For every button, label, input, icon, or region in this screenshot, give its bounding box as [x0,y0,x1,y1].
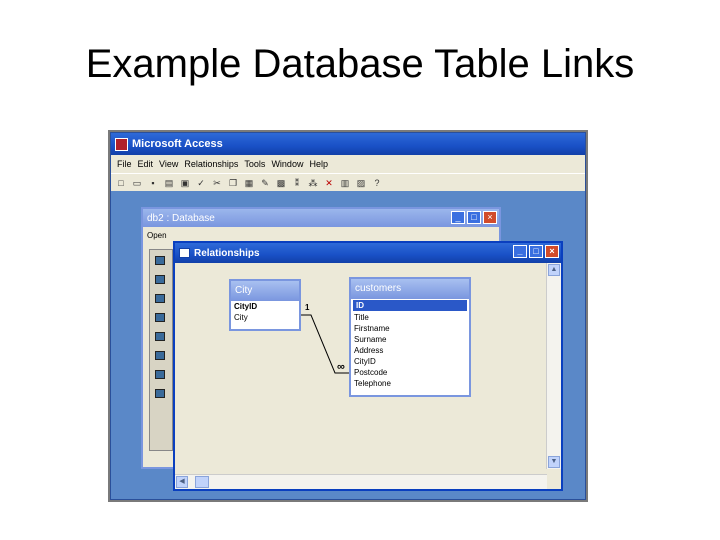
format-painter-icon[interactable]: ✎ [259,178,271,189]
delete-icon[interactable]: ✕ [323,178,335,189]
queries-icon[interactable] [155,275,165,284]
field-postcode[interactable]: Postcode [351,367,469,378]
maximize-button[interactable]: □ [529,245,543,258]
mdi-area: db2 : Database _ □ × Open Relationships … [111,191,585,499]
menu-tools[interactable]: Tools [244,159,265,169]
field-id[interactable]: ID [353,300,467,311]
close-button[interactable]: × [545,245,559,258]
spelling-icon[interactable]: ✓ [195,178,207,189]
database-window-title: db2 : Database [147,212,215,224]
relationships-titlebar[interactable]: Relationships _ □ × [175,243,561,263]
vertical-scrollbar[interactable]: ▲ ▼ [546,263,561,469]
open-icon[interactable]: ▭ [131,178,143,189]
menu-help[interactable]: Help [309,159,328,169]
scroll-up-arrow-icon[interactable]: ▲ [548,264,560,276]
menubar: File Edit View Relationships Tools Windo… [111,155,585,173]
relationships-window: Relationships _ □ × 1 ∞ City CityID City… [173,241,563,491]
objects-bar [149,249,173,451]
table-title[interactable]: customers [351,279,469,299]
menu-view[interactable]: View [159,159,178,169]
show-table-icon[interactable]: ▩ [275,178,287,189]
close-button[interactable]: × [483,211,497,224]
menu-edit[interactable]: Edit [138,159,154,169]
field-telephone[interactable]: Telephone [351,378,469,389]
field-city[interactable]: City [231,312,299,323]
new-object-icon[interactable]: ▨ [355,178,367,189]
save-icon[interactable]: ▪ [147,178,159,189]
access-screenshot: Microsoft Access File Edit View Relation… [108,130,588,502]
many-side-label: ∞ [337,361,345,373]
macros-icon[interactable] [155,351,165,360]
show-direct-icon[interactable]: ⁑ [291,178,303,189]
cut-icon[interactable]: ✂ [211,178,223,189]
field-cityid[interactable]: CityID [351,356,469,367]
copy-icon[interactable]: ❐ [227,178,239,189]
app-title: Microsoft Access [132,138,223,150]
main-toolbar: □ ▭ ▪ ▤ ▣ ✓ ✂ ❐ ▦ ✎ ▩ ⁑ ⁂ ✕ ▥ ▨ ? [111,173,585,193]
relationships-canvas: 1 ∞ City CityID City customers ID Title … [175,263,545,469]
open-button[interactable]: Open [147,231,167,240]
access-key-icon [115,137,128,151]
new-icon[interactable]: □ [115,178,127,189]
field-firstname[interactable]: Firstname [351,323,469,334]
field-cityid[interactable]: CityID [231,301,299,312]
field-title[interactable]: Title [351,312,469,323]
table-title[interactable]: City [231,281,299,301]
database-window-titlebar[interactable]: db2 : Database _ □ × [143,209,499,227]
relationships-icon [179,248,190,258]
table-customers[interactable]: customers ID Title Firstname Surname Add… [349,277,471,397]
minimize-button[interactable]: _ [451,211,465,224]
show-all-icon[interactable]: ⁂ [307,178,319,189]
field-surname[interactable]: Surname [351,334,469,345]
menu-window[interactable]: Window [271,159,303,169]
menu-file[interactable]: File [117,159,132,169]
modules-icon[interactable] [155,370,165,379]
help-icon[interactable]: ? [371,178,383,189]
paste-icon[interactable]: ▦ [243,178,255,189]
database-window-icon[interactable]: ▥ [339,178,351,189]
maximize-button[interactable]: □ [467,211,481,224]
scroll-down-arrow-icon[interactable]: ▼ [548,456,560,468]
access-window: Microsoft Access File Edit View Relation… [110,132,586,500]
horizontal-scrollbar[interactable]: ◀ [175,474,547,489]
one-side-label: 1 [305,303,310,312]
minimize-button[interactable]: _ [513,245,527,258]
pages-icon[interactable] [155,332,165,341]
forms-icon[interactable] [155,294,165,303]
relationships-title: Relationships [194,247,260,259]
table-city[interactable]: City CityID City [229,279,301,331]
slide-title: Example Database Table Links [85,42,635,86]
scroll-left-arrow-icon[interactable]: ◀ [176,476,188,488]
preview-icon[interactable]: ▣ [179,178,191,189]
app-titlebar[interactable]: Microsoft Access [111,133,585,155]
tables-icon[interactable] [155,256,165,265]
field-address[interactable]: Address [351,345,469,356]
groups-icon[interactable] [155,389,165,398]
print-icon[interactable]: ▤ [163,178,175,189]
menu-relationships[interactable]: Relationships [184,159,238,169]
scroll-thumb[interactable] [195,476,209,488]
reports-icon[interactable] [155,313,165,322]
